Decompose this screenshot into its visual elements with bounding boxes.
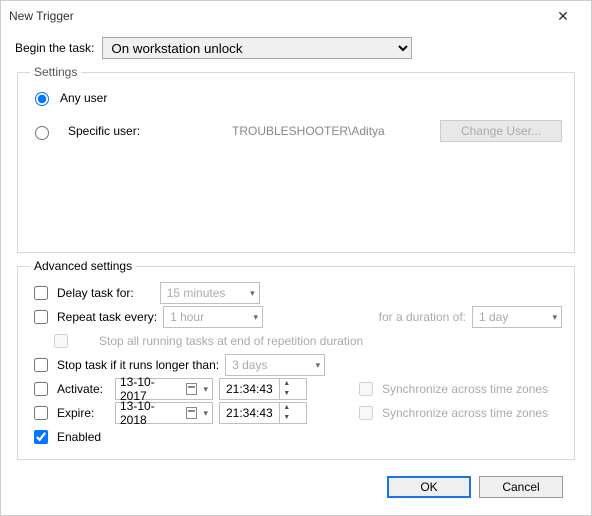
- calendar-icon: [186, 383, 198, 395]
- expire-date-picker[interactable]: 13-10-2018 ▾: [115, 402, 213, 424]
- expire-time-value: 21:34:43: [226, 406, 273, 420]
- duration-value: 1 day: [479, 310, 508, 324]
- delay-label: Delay task for:: [57, 286, 134, 300]
- delay-checkbox[interactable]: [34, 286, 48, 300]
- change-user-button: Change User...: [440, 120, 562, 142]
- settings-legend: Settings: [30, 65, 81, 79]
- advanced-group: Advanced settings Delay task for: 15 min…: [17, 259, 575, 460]
- chevron-down-icon: ▾: [254, 312, 259, 323]
- duration-combo[interactable]: 1 day ▾: [472, 306, 562, 328]
- delay-value: 15 minutes: [167, 286, 226, 300]
- advanced-legend: Advanced settings: [30, 259, 136, 273]
- stop-longer-label: Stop task if it runs longer than:: [57, 358, 219, 372]
- stop-longer-checkbox[interactable]: [34, 358, 48, 372]
- expire-checkbox[interactable]: [34, 406, 48, 420]
- activate-sync-label: Synchronize across time zones: [382, 382, 548, 396]
- close-icon[interactable]: ✕: [543, 8, 583, 25]
- any-user-label: Any user: [60, 91, 107, 105]
- repeat-checkbox[interactable]: [34, 310, 48, 324]
- delay-combo[interactable]: 15 minutes ▾: [160, 282, 260, 304]
- expire-date-value: 13-10-2018: [120, 399, 180, 427]
- any-user-radio[interactable]: [35, 92, 49, 106]
- settings-group: Settings Any user Specific user: TROUBLE…: [17, 65, 575, 253]
- repeat-label: Repeat task every:: [57, 310, 157, 324]
- stop-all-label: Stop all running tasks at end of repetit…: [99, 334, 363, 348]
- chevron-down-icon: ▾: [250, 288, 255, 299]
- ok-button[interactable]: OK: [387, 476, 471, 498]
- chevron-down-icon: ▾: [203, 384, 208, 395]
- activate-time-picker[interactable]: 21:34:43 ▲▼: [219, 378, 307, 400]
- begin-task-label: Begin the task:: [15, 41, 94, 55]
- specific-user-radio[interactable]: [35, 126, 49, 140]
- activate-sync-checkbox: [359, 382, 373, 396]
- enabled-checkbox[interactable]: [34, 430, 48, 444]
- activate-checkbox[interactable]: [34, 382, 48, 396]
- expire-time-picker[interactable]: 21:34:43 ▲▼: [219, 402, 307, 424]
- time-spinner[interactable]: ▲▼: [279, 403, 294, 423]
- repeat-combo[interactable]: 1 hour ▾: [163, 306, 263, 328]
- expire-sync-checkbox: [359, 406, 373, 420]
- activate-time-value: 21:34:43: [226, 382, 273, 396]
- activate-label: Activate:: [57, 382, 109, 396]
- chevron-down-icon: ▾: [316, 360, 321, 371]
- stop-longer-combo[interactable]: 3 days ▾: [225, 354, 325, 376]
- stop-all-checkbox: [54, 334, 68, 348]
- chevron-down-icon: ▾: [203, 408, 208, 419]
- specific-user-label: Specific user:: [68, 124, 216, 138]
- duration-label: for a duration of:: [379, 310, 466, 324]
- repeat-value: 1 hour: [170, 310, 204, 324]
- calendar-icon: [186, 407, 198, 419]
- begin-task-select[interactable]: On workstation unlock: [102, 37, 412, 59]
- expire-sync-label: Synchronize across time zones: [382, 406, 548, 420]
- specific-user-value: TROUBLESHOOTER\Aditya: [232, 124, 424, 138]
- cancel-button[interactable]: Cancel: [479, 476, 563, 498]
- enabled-label: Enabled: [57, 430, 101, 444]
- activate-date-picker[interactable]: 13-10-2017 ▾: [115, 378, 213, 400]
- window-title: New Trigger: [9, 9, 543, 23]
- time-spinner[interactable]: ▲▼: [279, 379, 294, 399]
- expire-label: Expire:: [57, 406, 109, 420]
- stop-longer-value: 3 days: [232, 358, 267, 372]
- chevron-down-icon: ▾: [552, 312, 557, 323]
